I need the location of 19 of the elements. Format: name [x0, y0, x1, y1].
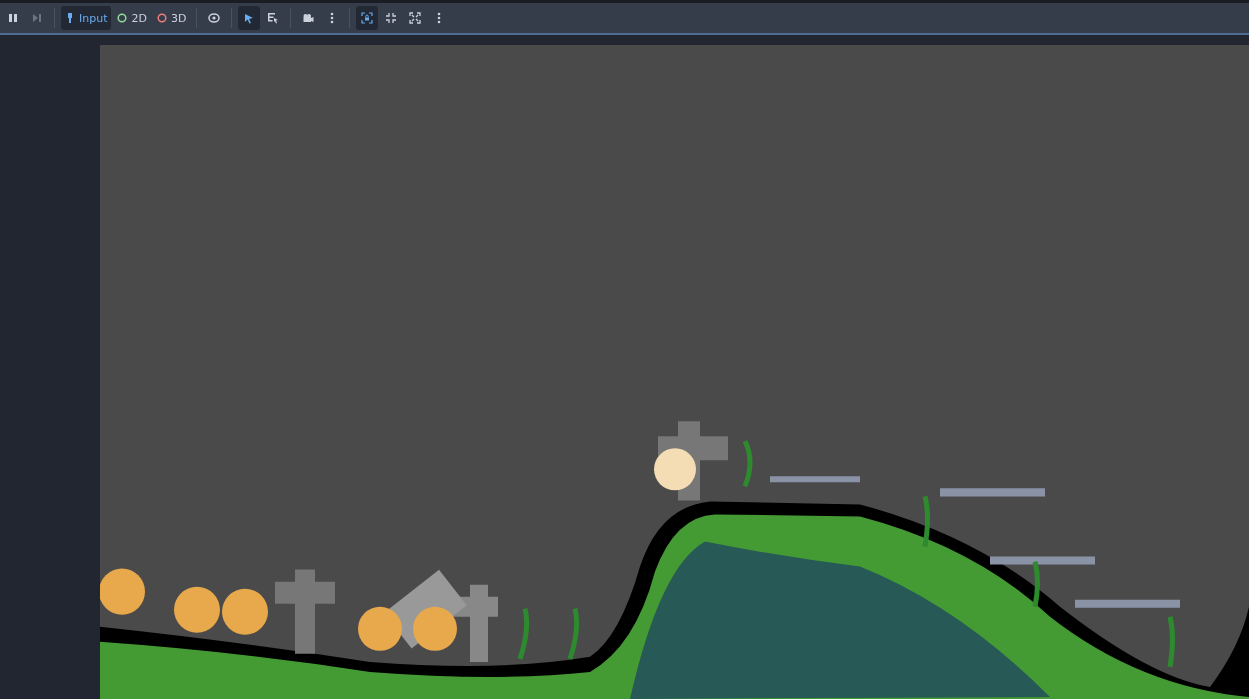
lock-icon	[361, 12, 374, 24]
list-cursor-icon	[267, 12, 280, 24]
more-icon	[437, 12, 442, 24]
eye-icon	[208, 13, 221, 23]
camera-icon	[302, 13, 315, 23]
2d-button[interactable]: 2D	[113, 6, 151, 30]
next-frame-icon	[32, 13, 42, 23]
lock-button[interactable]	[356, 6, 379, 30]
shrink-icon	[385, 12, 398, 24]
joystick-icon	[65, 12, 75, 24]
select-button[interactable]	[238, 6, 261, 30]
more-icon	[330, 12, 335, 24]
3d-button[interactable]: 3D	[152, 6, 191, 30]
cursor-icon	[244, 12, 255, 24]
input-button[interactable]: Input	[61, 6, 112, 30]
expand-icon	[409, 12, 422, 24]
ring-icon	[117, 13, 128, 23]
ring-icon	[156, 13, 167, 23]
pause-icon	[8, 13, 18, 23]
